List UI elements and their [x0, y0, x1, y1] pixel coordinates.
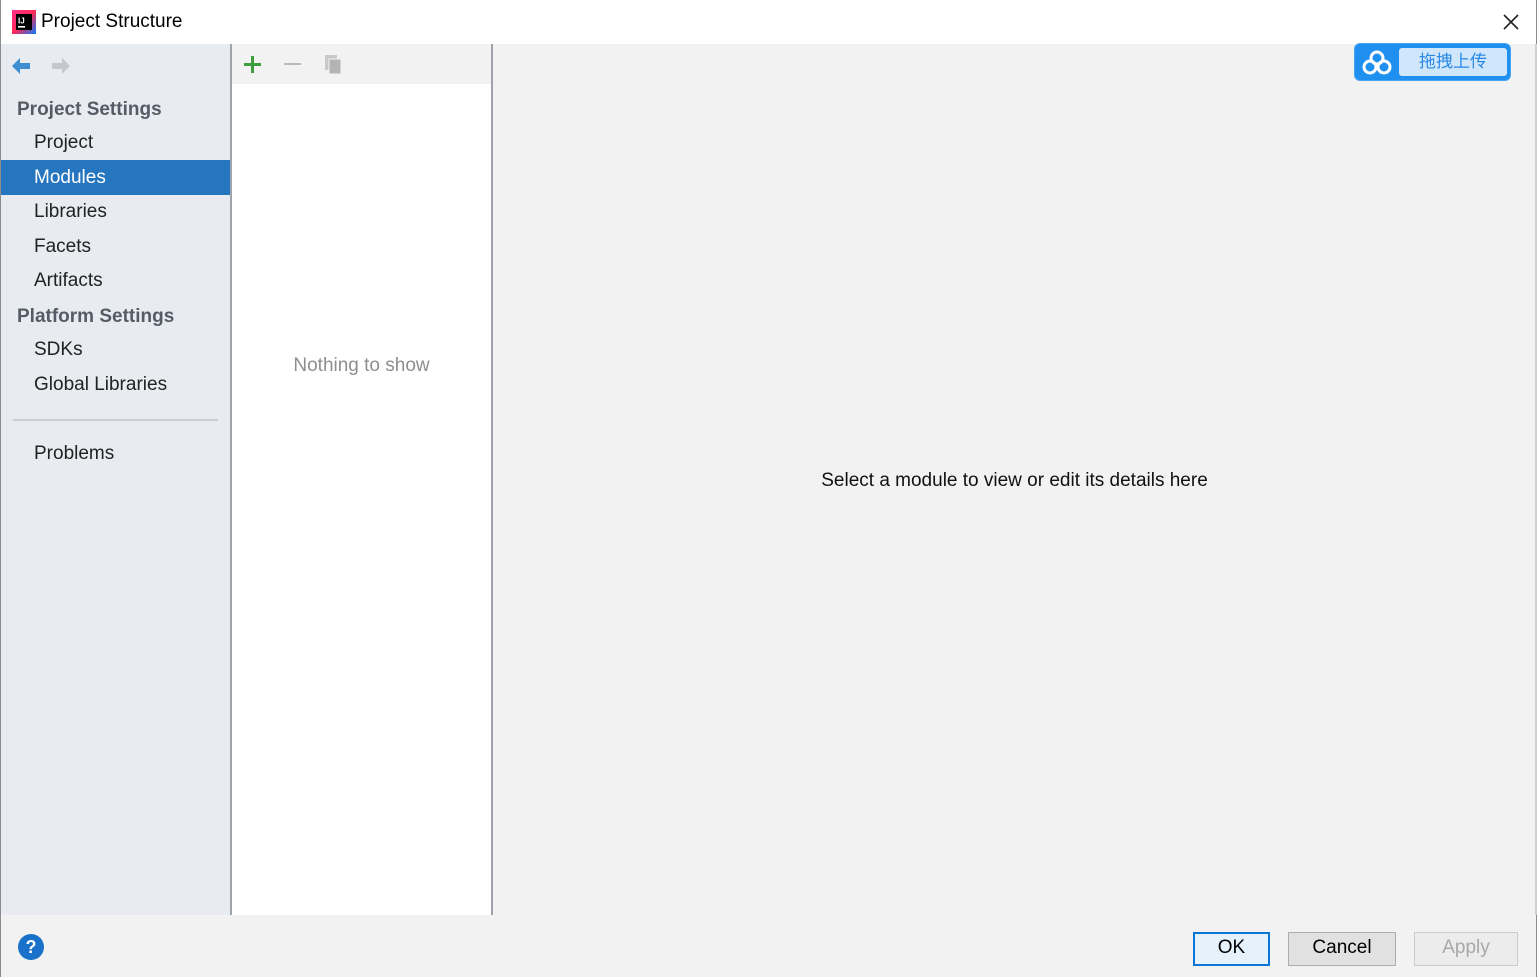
help-icon[interactable]: ?: [18, 934, 44, 960]
forward-arrow-icon: [52, 58, 70, 74]
minus-icon: [284, 63, 301, 65]
svg-text:IJ: IJ: [18, 17, 25, 26]
close-icon[interactable]: [1497, 8, 1525, 36]
cancel-button[interactable]: Cancel: [1288, 932, 1396, 966]
project-settings-heading: Project Settings: [17, 99, 162, 120]
sidebar-item-global-libraries[interactable]: Global Libraries: [1, 367, 230, 402]
drag-upload-widget[interactable]: 拖拽上传: [1354, 43, 1511, 81]
details-panel: Select a module to view or edit its deta…: [493, 44, 1536, 915]
baidu-cloud-icon: [1362, 50, 1392, 75]
window-title: Project Structure: [41, 11, 183, 32]
sidebar-item-artifacts[interactable]: Artifacts: [1, 263, 230, 298]
modules-list-panel: Nothing to show: [230, 44, 493, 915]
sidebar-item-facets[interactable]: Facets: [1, 229, 230, 264]
sidebar-item-sdks[interactable]: SDKs: [1, 332, 230, 367]
empty-list-message: Nothing to show: [293, 355, 430, 376]
dialog-footer: ? OK Cancel Apply: [1, 915, 1536, 977]
plus-icon[interactable]: [240, 52, 264, 76]
sidebar-divider: [13, 419, 218, 421]
drag-upload-label: 拖拽上传: [1399, 48, 1507, 76]
copy-icon: [325, 55, 342, 75]
sidebar-item-libraries[interactable]: Libraries: [1, 194, 230, 229]
back-arrow-icon[interactable]: [9, 54, 33, 78]
platform-settings-heading: Platform Settings: [17, 306, 175, 327]
settings-sidebar: Project Settings Project Modules Librari…: [1, 44, 230, 915]
list-toolbar: [232, 44, 491, 84]
sidebar-item-problems[interactable]: Problems: [1, 436, 230, 471]
intellij-idea-icon: IJ: [12, 10, 36, 34]
sidebar-item-project[interactable]: Project: [1, 125, 230, 160]
title-bar: IJ Project Structure: [1, 0, 1536, 44]
sidebar-item-modules[interactable]: Modules: [1, 160, 230, 195]
apply-button[interactable]: Apply: [1414, 932, 1518, 966]
project-structure-dialog: IJ Project Structure Project Settings Pr…: [0, 0, 1537, 977]
navigation-arrows: [1, 44, 230, 86]
ok-button[interactable]: OK: [1193, 932, 1270, 966]
details-placeholder-message: Select a module to view or edit its deta…: [821, 470, 1208, 491]
